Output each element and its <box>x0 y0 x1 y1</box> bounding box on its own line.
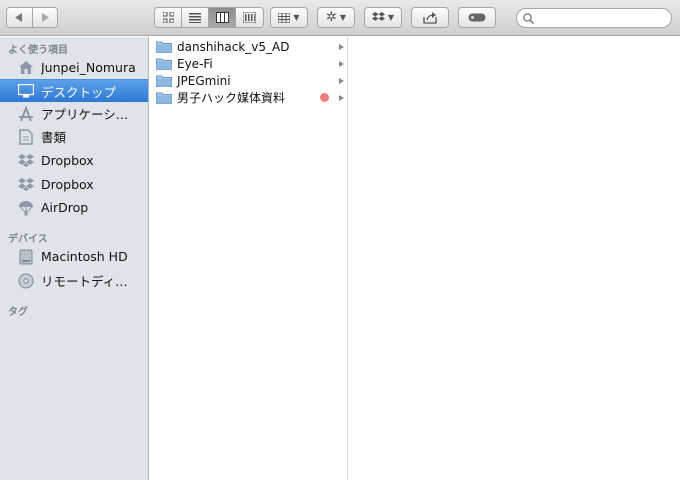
file-column: danshihack_v5_AD Eye-Fi JPEGmini 男子ハック媒体… <box>150 37 348 480</box>
sidebar-item-label: Junpei_Nomura <box>41 60 136 75</box>
dropbox-menu-button[interactable]: ▼ <box>364 7 402 28</box>
folder-row-media-kit[interactable]: 男子ハック媒体資料 <box>150 89 348 106</box>
nav-segment <box>6 7 58 28</box>
forward-button[interactable] <box>32 8 57 27</box>
folder-name: 男子ハック媒体資料 <box>177 91 286 105</box>
tags-section-title: タグ <box>8 307 28 318</box>
dropbox-icon <box>371 12 385 21</box>
toolbar: ▼ ✲ ▼ ▼ <box>0 0 680 36</box>
sidebar-item-label: AirDrop <box>41 200 89 215</box>
sidebar-item-applications[interactable]: アプリケーシ… <box>0 102 148 125</box>
folder-row-danshihack[interactable]: danshihack_v5_AD <box>150 38 348 55</box>
folder-icon <box>156 92 172 104</box>
empty-column <box>349 37 680 480</box>
folder-icon <box>156 41 172 53</box>
forward-arrow-icon <box>41 13 49 22</box>
sidebar-item-dropbox-2[interactable]: Dropbox <box>0 173 148 196</box>
sidebar-item-label: Dropbox <box>41 153 94 168</box>
devices-section-title: デバイス <box>8 234 48 245</box>
arrange-button[interactable]: ▼ <box>270 7 308 28</box>
disclosure-arrow-icon <box>339 60 344 67</box>
desktop-icon <box>17 82 35 100</box>
sidebar-item-label: 書類 <box>41 130 67 145</box>
favorites-section-title: よく使う項目 <box>8 45 68 56</box>
sidebar-item-remote-disc[interactable]: リモートディ… <box>0 269 148 292</box>
documents-icon <box>17 128 35 146</box>
applications-icon <box>17 105 35 123</box>
folder-name: Eye-Fi <box>177 56 213 71</box>
dropbox-icon <box>17 152 35 170</box>
columns-icon <box>215 12 229 23</box>
coverflow-view-button[interactable] <box>236 8 263 27</box>
folder-row-eye-fi[interactable]: Eye-Fi <box>150 55 348 72</box>
edit-tags-button[interactable] <box>458 7 496 28</box>
sidebar-item-label: Dropbox <box>41 177 94 192</box>
dropbox-icon <box>17 176 35 194</box>
airdrop-icon <box>17 199 35 217</box>
search-input[interactable] <box>538 10 666 26</box>
red-tag-dot <box>320 93 329 102</box>
home-icon <box>17 59 35 77</box>
sidebar: よく使う項目 Junpei_Nomura デスクトップ アプリケーシ… 書類 D… <box>0 37 149 480</box>
sidebar-item-desktop[interactable]: デスクトップ <box>0 79 148 102</box>
back-button[interactable] <box>7 8 33 27</box>
folder-name: danshihack_v5_AD <box>177 39 290 54</box>
view-mode-segment <box>154 7 264 28</box>
folder-icon <box>156 58 172 70</box>
sidebar-item-label: デスクトップ <box>41 84 117 100</box>
disclosure-arrow-icon <box>339 43 344 50</box>
search-icon <box>523 12 534 24</box>
folder-icon <box>156 75 172 87</box>
chevron-down-icon: ▼ <box>387 13 395 22</box>
chevron-down-icon: ▼ <box>339 13 347 22</box>
column-view-button[interactable] <box>209 8 236 27</box>
arrange-grid-icon <box>278 12 291 23</box>
list-view-button[interactable] <box>182 8 209 27</box>
folder-name: JPEGmini <box>177 73 231 88</box>
hard-drive-icon <box>17 248 35 266</box>
chevron-down-icon: ▼ <box>293 13 300 22</box>
sidebar-item-macintosh-hd[interactable]: Macintosh HD <box>0 245 148 268</box>
folder-row-jpegmini[interactable]: JPEGmini <box>150 72 348 89</box>
sidebar-item-dropbox[interactable]: Dropbox <box>0 149 148 172</box>
sidebar-item-label: リモートディ… <box>41 274 128 289</box>
disclosure-arrow-icon <box>339 94 344 101</box>
tag-pill-icon <box>468 13 486 22</box>
list-icon <box>189 12 201 23</box>
sidebar-item-home[interactable]: Junpei_Nomura <box>0 56 148 79</box>
share-icon <box>423 11 437 24</box>
coverflow-icon <box>243 12 256 23</box>
sidebar-item-airdrop[interactable]: AirDrop <box>0 196 148 219</box>
disclosure-arrow-icon <box>339 77 344 84</box>
action-button[interactable]: ✲ ▼ <box>317 7 355 28</box>
gear-icon: ✲ <box>325 10 337 25</box>
share-button[interactable] <box>411 7 449 28</box>
icon-grid-icon <box>162 12 174 23</box>
back-arrow-icon <box>15 13 23 22</box>
icon-view-button[interactable] <box>155 8 182 27</box>
search-field[interactable] <box>516 8 672 28</box>
sidebar-item-label: アプリケーシ… <box>41 107 129 122</box>
sidebar-item-label: Macintosh HD <box>41 249 128 264</box>
sidebar-item-documents[interactable]: 書類 <box>0 125 148 148</box>
remote-disc-icon <box>17 272 35 290</box>
